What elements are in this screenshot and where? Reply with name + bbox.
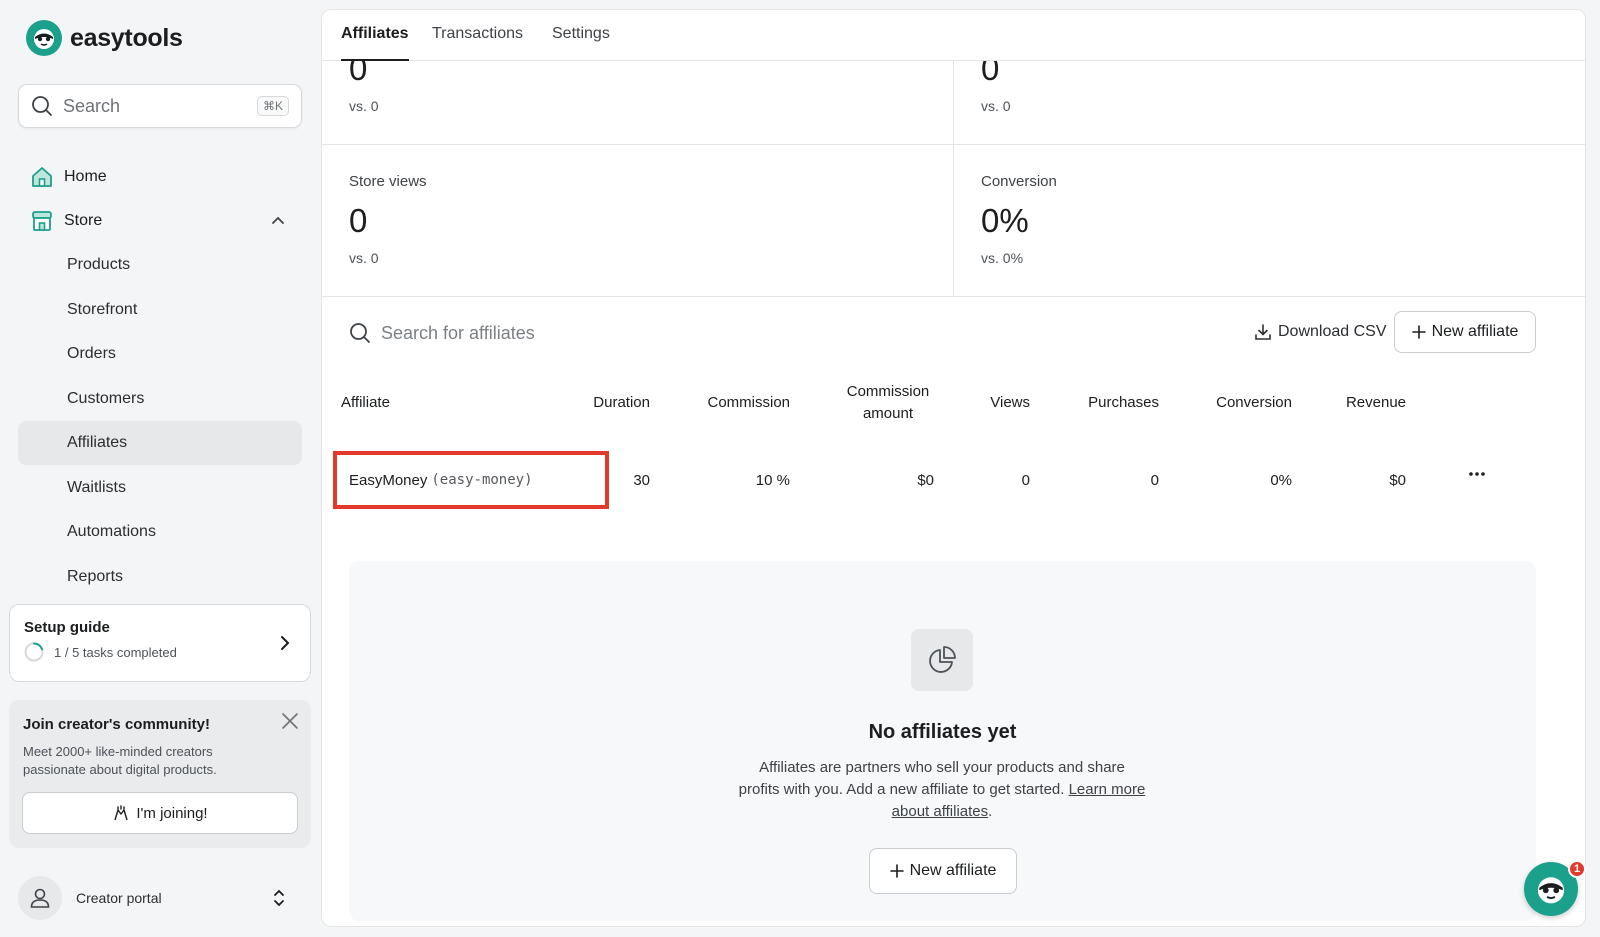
sidebar-item-store[interactable]: Store — [18, 201, 302, 241]
sidebar-item-automations[interactable]: Automations — [18, 510, 302, 554]
sidebar-item-storefront[interactable]: Storefront — [18, 288, 302, 332]
stat-card-conversion: Conversion 0% vs. 0% — [954, 145, 1585, 297]
cell-conversion: 0% — [1270, 472, 1292, 489]
sidebar-item-reports[interactable]: Reports — [18, 555, 302, 599]
sidebar-item-label: Home — [64, 168, 107, 185]
stat-comparison: vs. 0% — [981, 250, 1024, 266]
sidebar-item-home[interactable]: Home — [18, 157, 302, 197]
empty-state-title: No affiliates yet — [868, 721, 1017, 743]
portal-label: Creator portal — [76, 890, 162, 906]
sidebar-item-customers[interactable]: Customers — [18, 377, 302, 421]
empty-state-description: Affiliates are partners who sell your pr… — [737, 757, 1147, 823]
chevron-up-icon[interactable] — [270, 213, 286, 229]
empty-state: No affiliates yet Affiliates are partner… — [349, 561, 1536, 921]
cell-views: 0 — [1021, 472, 1030, 489]
tab-settings[interactable]: Settings — [552, 25, 610, 61]
more-actions-icon[interactable] — [1467, 464, 1487, 484]
column-header-conversion[interactable]: Conversion — [1194, 392, 1292, 414]
main-panel: Affiliates Transactions Settings 0 vs. 0… — [321, 9, 1586, 927]
download-csv-label: Download CSV — [1278, 323, 1387, 340]
stat-label: Conversion — [981, 173, 1057, 190]
sidebar-item-products[interactable]: Products — [18, 243, 302, 287]
home-icon — [32, 167, 52, 187]
column-header-commission-amount[interactable]: Commission amount — [834, 381, 942, 425]
stat-comparison: vs. 0 — [349, 250, 379, 266]
stat-label: Store views — [349, 173, 427, 190]
stat-value: 0% — [981, 202, 1029, 239]
setup-guide-title: Setup guide — [24, 619, 110, 636]
tab-affiliates[interactable]: Affiliates — [341, 25, 409, 61]
plus-icon — [1411, 325, 1426, 339]
column-header-views[interactable]: Views — [972, 392, 1030, 414]
plus-icon — [889, 864, 904, 878]
tab-bar: Affiliates Transactions Settings — [322, 10, 1585, 61]
hands-icon — [114, 805, 129, 821]
sidebar-item-waitlists[interactable]: Waitlists — [18, 466, 302, 510]
cell-commission-amount: $0 — [917, 472, 934, 489]
header-line: Commission — [846, 383, 930, 400]
chevron-up-down-icon — [274, 889, 284, 907]
sloth-chat-icon — [1537, 877, 1565, 904]
sidebar-item-affiliates[interactable]: Affiliates — [18, 421, 302, 465]
tab-transactions[interactable]: Transactions — [432, 25, 523, 61]
stat-comparison: vs. 0 — [349, 98, 379, 114]
search-icon — [350, 323, 370, 343]
app-logo[interactable]: easytools — [26, 20, 183, 56]
affiliate-search-placeholder: Search for affiliates — [381, 322, 535, 343]
search-shortcut: ⌘K — [256, 96, 289, 116]
header-line: amount — [862, 405, 914, 422]
sidebar-item-orders[interactable]: Orders — [18, 332, 302, 376]
join-community-button[interactable]: I'm joining! — [22, 792, 298, 834]
affiliate-slug: (easy-money) — [431, 472, 533, 488]
progress-ring-icon — [24, 642, 44, 662]
new-affiliate-label: New affiliate — [909, 862, 997, 879]
sloth-logo-icon — [26, 20, 62, 56]
setup-guide-card[interactable]: Setup guide 1 / 5 tasks completed — [9, 604, 311, 682]
sidebar: easytools Search ⌘K Home Store Products … — [0, 0, 320, 937]
download-csv-button[interactable]: Download CSV — [1254, 323, 1387, 341]
avatar — [18, 876, 62, 920]
community-title: Join creator's community! — [23, 716, 210, 733]
new-affiliate-label: New affiliate — [1431, 323, 1519, 340]
user-icon — [30, 888, 50, 908]
column-header-commission[interactable]: Commission — [692, 392, 790, 414]
community-description: Meet 2000+ like-minded creators passiona… — [23, 744, 217, 777]
cell-duration: 30 — [633, 472, 650, 489]
app-name: easytools — [70, 23, 183, 52]
column-header-purchases[interactable]: Purchases — [1066, 392, 1159, 414]
cell-revenue: $0 — [1389, 472, 1406, 489]
empty-state-text: Affiliates are partners who sell your pr… — [738, 759, 1125, 798]
stat-card-store-views: Store views 0 vs. 0 — [322, 145, 954, 297]
sidebar-search-input[interactable]: Search ⌘K — [18, 84, 302, 128]
chevron-right-icon — [281, 636, 290, 650]
search-icon — [32, 96, 52, 116]
new-affiliate-button[interactable]: New affiliate — [1394, 311, 1536, 353]
stat-value: 0 — [349, 202, 368, 239]
period: . — [988, 803, 993, 820]
join-button-label: I'm joining! — [136, 804, 208, 822]
notification-badge: 1 — [1568, 860, 1586, 878]
column-header-duration[interactable]: Duration — [586, 392, 650, 414]
stat-comparison: vs. 0 — [981, 98, 1011, 114]
column-header-revenue[interactable]: Revenue — [1332, 392, 1406, 414]
affiliate-search-input[interactable]: Search for affiliates — [349, 322, 535, 344]
affiliate-name-cell[interactable]: EasyMoney (easy-money) — [333, 451, 609, 509]
affiliate-name: EasyMoney — [349, 471, 428, 489]
community-banner: Join creator's community! Meet 2000+ lik… — [9, 700, 311, 848]
cell-commission: 10 % — [755, 472, 790, 489]
close-icon[interactable] — [281, 712, 299, 730]
search-placeholder: Search — [63, 95, 121, 116]
column-header-affiliate[interactable]: Affiliate — [341, 392, 390, 414]
store-icon — [32, 211, 52, 231]
download-icon — [1255, 324, 1271, 340]
creator-portal-switcher[interactable]: Creator portal — [18, 874, 302, 922]
cell-purchases: 0 — [1150, 472, 1159, 489]
setup-guide-progress: 1 / 5 tasks completed — [54, 644, 177, 660]
pie-chart-icon — [911, 629, 973, 691]
empty-new-affiliate-button[interactable]: New affiliate — [869, 848, 1017, 894]
sidebar-item-label: Store — [64, 212, 103, 229]
